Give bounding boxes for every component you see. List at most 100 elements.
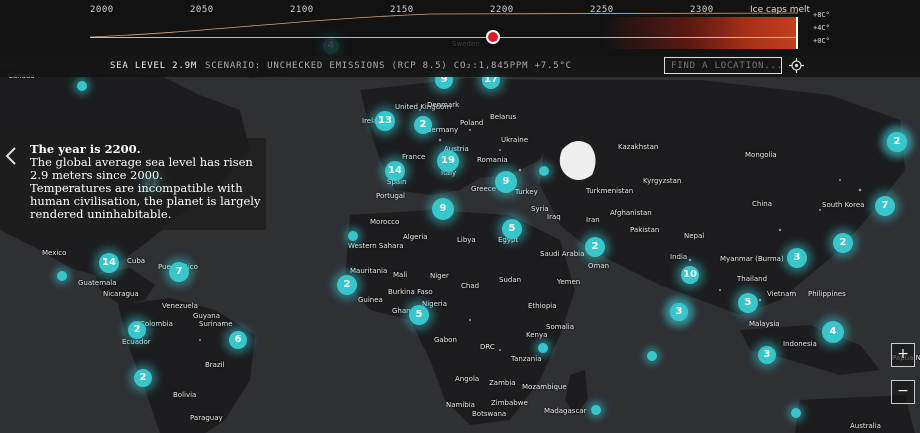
place-label: DRC xyxy=(480,343,495,351)
location-cluster-marker[interactable]: 3 xyxy=(758,346,776,364)
place-label: Zambia xyxy=(489,379,516,387)
location-cluster-marker[interactable]: 9 xyxy=(495,171,517,193)
location-cluster-marker[interactable]: 3 xyxy=(670,303,688,321)
place-label: Portugal xyxy=(376,192,405,200)
place-label: Botswana xyxy=(472,410,507,418)
place-label: Mongolia xyxy=(745,151,777,159)
crosshair-locate-icon[interactable] xyxy=(789,58,804,73)
place-label: Turkmenistan xyxy=(586,187,634,195)
place-label: Nicaragua xyxy=(103,290,139,298)
place-label: Libya xyxy=(457,236,476,244)
year-timeline[interactable]: 2000 2050 2100 2150 2200 2250 2300 Ice c… xyxy=(0,0,920,56)
location-dot-marker[interactable] xyxy=(57,271,67,281)
place-label: Somalia xyxy=(546,323,575,331)
place-label: Algeria xyxy=(403,233,428,241)
location-dot-marker[interactable] xyxy=(77,81,87,91)
scenario-info-panel: The year is 2200. The global average sea… xyxy=(0,138,266,230)
place-label: Ethiopia xyxy=(528,302,557,310)
location-cluster-marker[interactable]: 5 xyxy=(502,219,522,239)
location-cluster-marker[interactable]: 5 xyxy=(738,293,758,313)
location-cluster-marker[interactable]: 2 xyxy=(414,116,432,134)
location-cluster-marker[interactable]: 3 xyxy=(787,248,807,268)
location-dot-marker[interactable] xyxy=(647,351,657,361)
place-label: Mauritania xyxy=(350,267,388,275)
place-label: Madagascar xyxy=(544,407,587,415)
location-search-input[interactable] xyxy=(664,57,782,74)
place-label: Western Sahara xyxy=(348,242,404,250)
place-label: Paraguay xyxy=(190,414,223,422)
location-dot-marker[interactable] xyxy=(538,343,548,353)
place-label: Brazil xyxy=(205,361,225,369)
place-label: Mozambique xyxy=(522,383,567,391)
location-cluster-marker[interactable]: 14 xyxy=(385,161,405,181)
place-label: Tanzania xyxy=(511,355,542,363)
place-label: Syria xyxy=(531,205,549,213)
place-label: India xyxy=(670,253,688,261)
location-cluster-marker[interactable]: 6 xyxy=(229,331,247,349)
location-cluster-marker[interactable]: 2 xyxy=(585,237,605,257)
location-dot-marker[interactable] xyxy=(348,231,358,241)
location-cluster-marker[interactable]: 2 xyxy=(887,132,907,152)
place-label: Guinea xyxy=(358,296,383,304)
temp-label: +4C° xyxy=(813,24,830,32)
zoom-out-button[interactable]: − xyxy=(891,380,915,404)
place-label: Kazakhstan xyxy=(618,143,659,151)
location-cluster-marker[interactable]: 7 xyxy=(875,196,895,216)
place-label: Sudan xyxy=(499,276,522,284)
place-label: Oman xyxy=(588,262,610,270)
place-label: Malaysia xyxy=(749,320,780,328)
place-label: Vietnam xyxy=(767,290,797,298)
place-label: Iraq xyxy=(547,213,561,221)
location-cluster-marker[interactable]: 13 xyxy=(375,111,395,131)
ice-caps-marker xyxy=(796,17,798,49)
place-label: Burkina Faso xyxy=(388,288,433,296)
place-label: Mali xyxy=(393,271,408,279)
location-cluster-marker[interactable]: 5 xyxy=(409,305,429,325)
temp-label: +8C° xyxy=(813,11,830,19)
location-dot-marker[interactable] xyxy=(539,166,549,176)
status-bar: SEA LEVEL 2.9M SCENARIO: UNCHECKED EMISS… xyxy=(0,56,920,77)
timeline-track[interactable] xyxy=(90,37,798,38)
place-label: Greece xyxy=(471,185,496,193)
scenario-readout: SCENARIO: UNCHECKED EMISSIONS (RCP 8.5) … xyxy=(205,61,572,71)
sea-level-readout: SEA LEVEL 2.9M xyxy=(110,61,198,71)
place-label: Guatemala xyxy=(78,279,117,287)
location-dot-marker[interactable] xyxy=(591,405,601,415)
location-cluster-marker[interactable]: 4 xyxy=(822,321,844,343)
place-label: Myanmar (Burma) xyxy=(720,255,784,263)
location-cluster-marker[interactable]: 2 xyxy=(337,275,357,295)
place-label: Cuba xyxy=(127,257,146,265)
place-label: Nepal xyxy=(684,232,705,240)
place-label: Poland xyxy=(460,119,484,127)
place-label: Pakistan xyxy=(630,226,660,234)
place-label: Australia xyxy=(850,422,881,430)
location-cluster-marker[interactable]: 2 xyxy=(128,321,146,339)
location-cluster-marker[interactable]: 7 xyxy=(169,262,189,282)
place-label: Namibia xyxy=(446,401,475,409)
place-label: Kenya xyxy=(526,331,548,339)
place-label: Suriname xyxy=(199,320,233,328)
place-label: Guyana xyxy=(193,312,221,320)
place-label: Morocco xyxy=(370,218,400,226)
place-label: Mexico xyxy=(42,249,67,257)
location-cluster-marker[interactable]: 9 xyxy=(432,198,454,220)
location-dot-marker[interactable] xyxy=(791,408,801,418)
ice-caps-label: Ice caps melt xyxy=(750,5,811,15)
place-label: Belarus xyxy=(490,113,517,121)
place-label: Romania xyxy=(477,156,508,164)
info-sea-level: The global average sea level has risen 2… xyxy=(30,155,253,182)
location-cluster-marker[interactable]: 19 xyxy=(437,150,459,172)
timeline-handle[interactable] xyxy=(486,30,500,44)
place-label: Ecuador xyxy=(122,338,151,346)
zoom-in-button[interactable]: + xyxy=(891,343,915,367)
place-label: Chad xyxy=(461,282,480,290)
place-label: Thailand xyxy=(737,275,768,283)
place-label: South Korea xyxy=(822,201,865,209)
location-cluster-marker[interactable]: 2 xyxy=(833,233,853,253)
chevron-left-icon[interactable] xyxy=(4,146,18,166)
location-cluster-marker[interactable]: 2 xyxy=(134,369,152,387)
place-label: Afghanistan xyxy=(610,209,652,217)
location-cluster-marker[interactable]: 14 xyxy=(99,253,119,273)
place-label: Indonesia xyxy=(783,340,817,348)
location-cluster-marker[interactable]: 10 xyxy=(681,266,699,284)
